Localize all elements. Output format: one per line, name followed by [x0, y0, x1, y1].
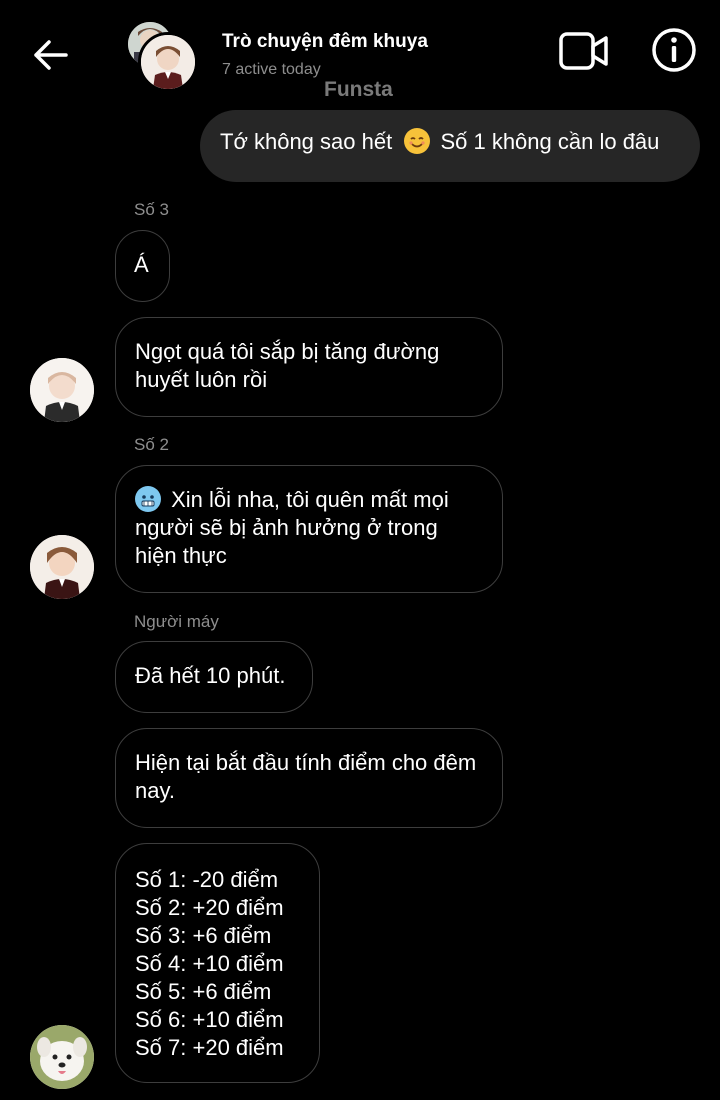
chat-title[interactable]: Trò chuyện đêm khuya	[222, 31, 428, 53]
incoming-message-scores[interactable]: Số 1: -20 điểm Số 2: +20 điểm Số 3: +6 đ…	[115, 843, 320, 1083]
score-line: Số 2: +20 điểm	[135, 895, 284, 920]
score-line: Số 6: +10 điểm	[135, 1007, 284, 1032]
active-status: 7 active today	[222, 61, 321, 78]
info-icon[interactable]	[650, 26, 698, 74]
message-text: Á	[134, 252, 149, 277]
score-line: Số 5: +6 điểm	[135, 979, 272, 1004]
message-text-continued: Số 1 không cần lo đâu	[440, 129, 660, 154]
message-text: Hiện tại bắt đầu tính điểm cho đêm nay.	[135, 750, 477, 803]
back-arrow-icon[interactable]	[30, 35, 70, 75]
sender-name: Số 3	[134, 200, 169, 219]
message-text: Tớ không sao hết	[220, 129, 393, 154]
watermark: Funsta	[324, 78, 393, 101]
avatar[interactable]	[30, 358, 94, 422]
video-call-icon[interactable]	[558, 30, 610, 72]
chat-header: Trò chuyện đêm khuya 7 active today Funs…	[0, 0, 720, 101]
group-member-avatar-front	[138, 32, 198, 92]
incoming-message[interactable]: Á	[115, 230, 170, 302]
cold-face-emoji-icon	[135, 486, 161, 512]
sender-name: Số 2	[134, 435, 169, 454]
group-avatar[interactable]	[126, 20, 198, 92]
incoming-message[interactable]: Đã hết 10 phút.	[115, 641, 313, 713]
incoming-message[interactable]: Ngọt quá tôi sắp bị tăng đường huyết luô…	[115, 317, 503, 417]
score-line: Số 1: -20 điểm	[135, 867, 279, 892]
score-line: Số 4: +10 điểm	[135, 951, 284, 976]
outgoing-message[interactable]: Tớ không sao hết Số 1 không cần lo đâu	[200, 110, 700, 182]
score-line: Số 7: +20 điểm	[135, 1035, 284, 1060]
sender-name: Người máy	[134, 612, 219, 631]
message-text: Đã hết 10 phút.	[135, 663, 286, 688]
incoming-message[interactable]: Xin lỗi nha, tôi quên mất mọi người sẽ b…	[115, 465, 503, 593]
smiling-emoji-icon	[404, 128, 431, 154]
avatar[interactable]	[30, 535, 94, 599]
incoming-message[interactable]: Hiện tại bắt đầu tính điểm cho đêm nay.	[115, 728, 503, 828]
score-line: Số 3: +6 điểm	[135, 923, 272, 948]
dog-avatar[interactable]	[30, 1025, 94, 1089]
message-text: Xin lỗi nha, tôi quên mất mọi người sẽ b…	[135, 487, 449, 568]
message-text: Ngọt quá tôi sắp bị tăng đường huyết luô…	[135, 339, 440, 392]
